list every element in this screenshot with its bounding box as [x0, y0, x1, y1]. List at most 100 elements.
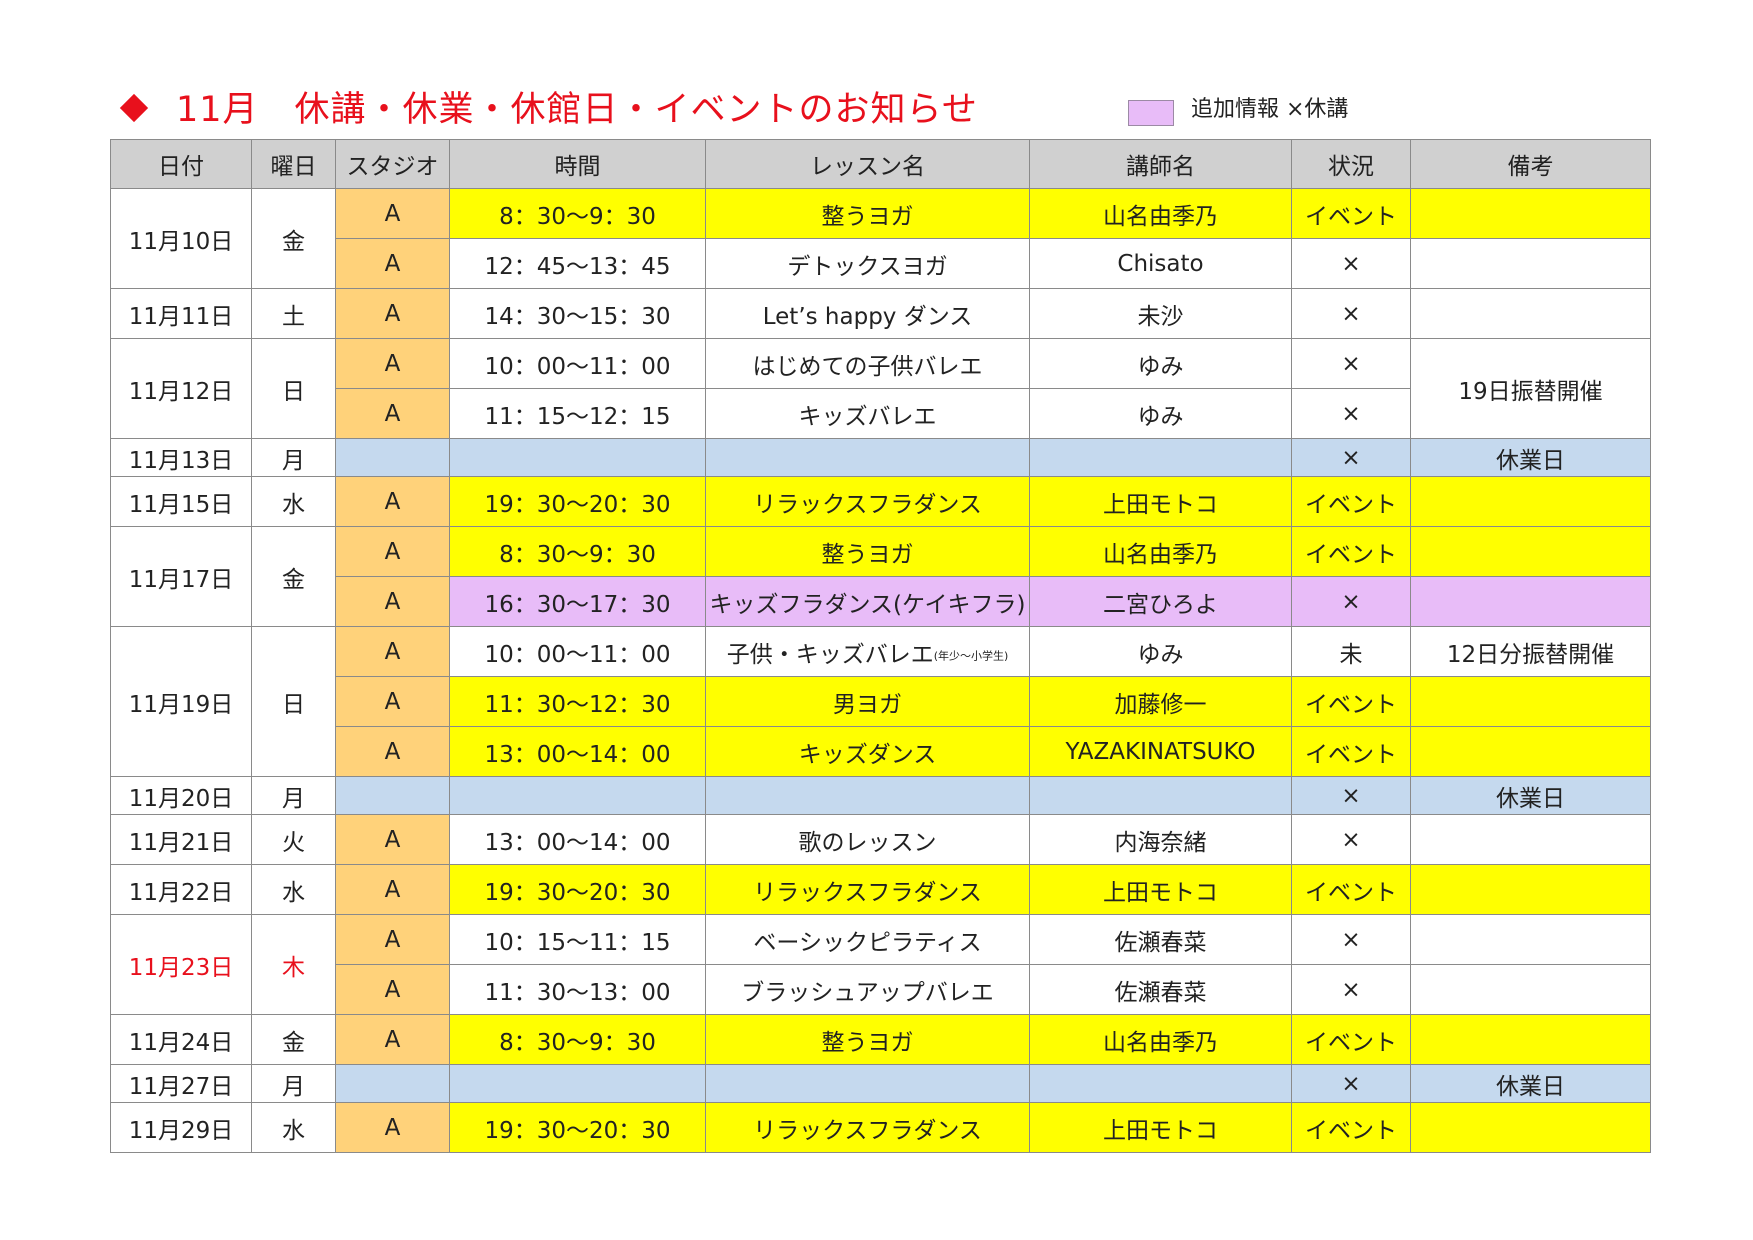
diamond-icon — [119, 93, 149, 123]
notes-cell: 休業日 — [1410, 1064, 1651, 1103]
table-row: 11月20日 月 × 休業日 — [110, 776, 1651, 815]
status-cell: × — [1291, 914, 1411, 965]
notes-cell: 休業日 — [1410, 438, 1651, 477]
lesson-cell: デトックスヨガ — [705, 238, 1030, 289]
studio-cell: A — [335, 726, 450, 777]
notes-cell — [1410, 238, 1651, 289]
date-cell: 11月22日 — [110, 864, 252, 915]
table-row: A 16：30～17：30 キッズフラダンス(ケイキフラ) 二宮ひろよ × — [111, 576, 1651, 627]
teacher-cell: 加藤修一 — [1029, 676, 1292, 727]
status-cell: イベント — [1291, 726, 1411, 777]
notes-cell — [1410, 1102, 1651, 1153]
time-cell: 19：30～20：30 — [449, 476, 706, 527]
table-row: 11月29日 水 A 19：30～20：30 リラックスフラダンス 上田モトコ … — [110, 1102, 1651, 1153]
studio-cell: A — [335, 914, 450, 965]
studio-cell — [335, 776, 450, 815]
status-cell: イベント — [1291, 864, 1411, 915]
teacher-cell: 上田モトコ — [1029, 476, 1292, 527]
time-cell: 11：30～13：00 — [449, 964, 706, 1015]
status-cell: × — [1291, 338, 1411, 389]
teacher-cell: 上田モトコ — [1029, 1102, 1292, 1153]
lesson-name: 子供・キッズバレエ — [726, 641, 934, 668]
header-status: 状況 — [1291, 139, 1411, 189]
time-cell: 19：30～20：30 — [449, 864, 706, 915]
weekday-cell: 金 — [251, 1014, 336, 1065]
status-cell: × — [1291, 964, 1411, 1015]
studio-cell: A — [335, 964, 450, 1015]
lesson-cell: 整うヨガ — [705, 188, 1030, 239]
weekday-cell: 月 — [251, 776, 336, 815]
date-cell: 11月24日 — [110, 1014, 252, 1065]
status-cell: × — [1291, 1064, 1411, 1103]
weekday-cell: 月 — [251, 1064, 336, 1103]
studio-cell: A — [335, 1102, 450, 1153]
date-cell: 11月13日 — [110, 438, 252, 477]
studio-cell: A — [335, 338, 450, 389]
schedule-table: 日付 曜日 スタジオ 時間 レッスン名 講師名 状況 備考 11月10日 金 A… — [110, 139, 1651, 1153]
status-cell: イベント — [1291, 526, 1411, 577]
legend-swatch — [1128, 100, 1174, 126]
lesson-cell: ベーシックピラティス — [705, 914, 1030, 965]
time-cell: 8：30～9：30 — [449, 1014, 706, 1065]
time-cell — [449, 438, 706, 477]
table-row: 11月11日 土 A 14：30～15：30 Let’s happy ダンス 未… — [110, 288, 1651, 339]
header-weekday: 曜日 — [251, 139, 336, 189]
legend-text: 追加情報 ×休講 — [1191, 97, 1349, 122]
studio-cell: A — [335, 388, 450, 439]
teacher-cell: 内海奈緒 — [1029, 814, 1292, 865]
status-cell: × — [1291, 576, 1411, 627]
weekday-cell: 金 — [251, 526, 336, 627]
header-studio: スタジオ — [335, 139, 450, 189]
status-cell: イベント — [1291, 1014, 1411, 1065]
header-row: 日付 曜日 スタジオ 時間 レッスン名 講師名 状況 備考 — [110, 139, 1651, 189]
time-cell: 13：00～14：00 — [449, 814, 706, 865]
status-cell: × — [1291, 238, 1411, 289]
time-cell: 11：30～12：30 — [449, 676, 706, 727]
teacher-cell: 佐瀬春菜 — [1029, 964, 1292, 1015]
teacher-cell: ゆみ — [1029, 338, 1292, 389]
table-row: A 11：30～13：00 ブラッシュアップバレエ 佐瀬春菜 × — [111, 964, 1651, 1015]
weekday-cell: 金 — [251, 188, 336, 289]
notes-cell: 休業日 — [1410, 776, 1651, 815]
lesson-cell: 男ヨガ — [705, 676, 1030, 727]
teacher-cell: 山名由季乃 — [1029, 188, 1292, 239]
notes-cell — [1410, 476, 1651, 527]
weekday-cell: 水 — [251, 1102, 336, 1153]
notes-cell: 12日分振替開催 — [1410, 626, 1651, 677]
lesson-cell: 歌のレッスン — [705, 814, 1030, 865]
status-cell: × — [1291, 288, 1411, 339]
time-cell: 16：30～17：30 — [449, 576, 706, 627]
lesson-cell: キッズバレエ — [705, 388, 1030, 439]
weekday-cell: 日 — [251, 626, 336, 777]
time-cell: 12：45～13：45 — [449, 238, 706, 289]
lesson-cell: キッズフラダンス(ケイキフラ) — [705, 576, 1030, 627]
lesson-cell: キッズダンス — [705, 726, 1030, 777]
teacher-cell: 二宮ひろよ — [1029, 576, 1292, 627]
teacher-cell: 未沙 — [1029, 288, 1292, 339]
notes-cell — [1410, 676, 1651, 727]
status-cell: イベント — [1291, 188, 1411, 239]
status-cell: 未 — [1291, 626, 1411, 677]
header-teacher: 講師名 — [1029, 139, 1292, 189]
time-cell: 13：00～14：00 — [449, 726, 706, 777]
notes-cell — [1410, 188, 1651, 239]
lesson-cell: 子供・キッズバレエ(年少～小学生) — [705, 626, 1030, 677]
time-cell: 8：30～9：30 — [449, 188, 706, 239]
lesson-cell: はじめての子供バレエ — [705, 338, 1030, 389]
notes-cell — [1410, 726, 1651, 777]
notes-cell — [1410, 288, 1651, 339]
teacher-cell: 佐瀬春菜 — [1029, 914, 1292, 965]
status-cell: × — [1291, 814, 1411, 865]
status-cell: × — [1291, 388, 1411, 439]
studio-cell — [335, 1064, 450, 1103]
teacher-cell: 山名由季乃 — [1029, 1014, 1292, 1065]
date-cell: 11月10日 — [110, 188, 252, 289]
notes-cell: 19日振替開催 — [1410, 338, 1651, 439]
lesson-cell — [705, 1064, 1030, 1103]
time-cell — [449, 776, 706, 815]
teacher-cell: Chisato — [1029, 238, 1292, 289]
table-row: 11月19日 日 A 10：00～11：00 子供・キッズバレエ(年少～小学生)… — [110, 626, 1651, 777]
studio-cell — [335, 438, 450, 477]
time-cell: 10：00～11：00 — [449, 626, 706, 677]
table-row: 11月15日 水 A 19：30～20：30 リラックスフラダンス 上田モトコ … — [110, 476, 1651, 527]
